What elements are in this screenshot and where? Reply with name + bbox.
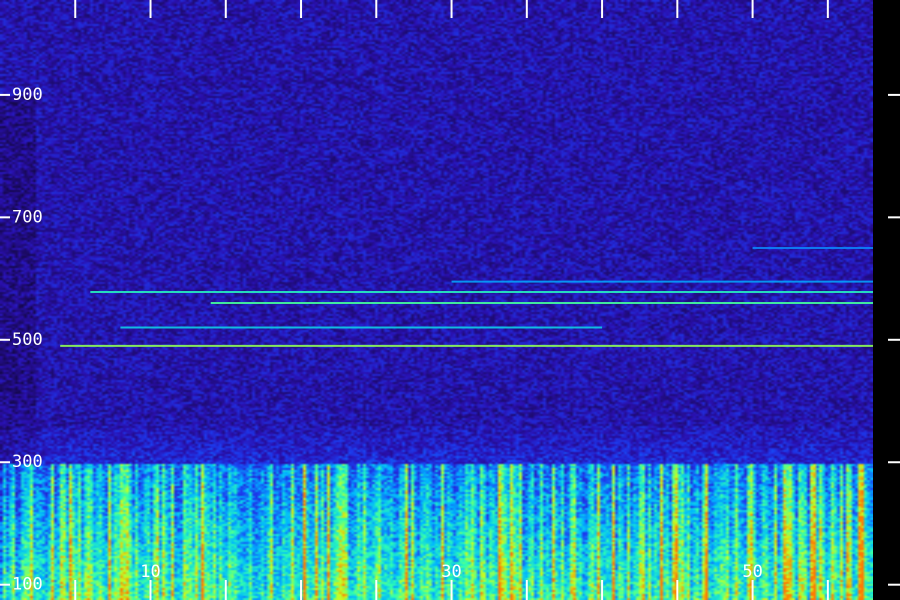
right-margin: [873, 0, 900, 600]
y-tick-label-100: 100: [12, 575, 43, 595]
x-tick-label-10: 10: [140, 562, 160, 582]
spectrogram-chart: 100 300 500 700 900 10 30 50: [0, 0, 900, 600]
x-tick-label-50: 50: [742, 562, 762, 582]
y-tick-label-900: 900: [12, 85, 43, 105]
y-tick-label-500: 500: [12, 330, 43, 350]
spectrogram-heatmap: [0, 0, 873, 600]
x-tick-label-30: 30: [441, 562, 461, 582]
spectrogram-svg: 100 300 500 700 900 10 30 50: [0, 0, 900, 600]
y-tick-label-300: 300: [12, 452, 43, 472]
y-tick-label-700: 700: [12, 207, 43, 227]
